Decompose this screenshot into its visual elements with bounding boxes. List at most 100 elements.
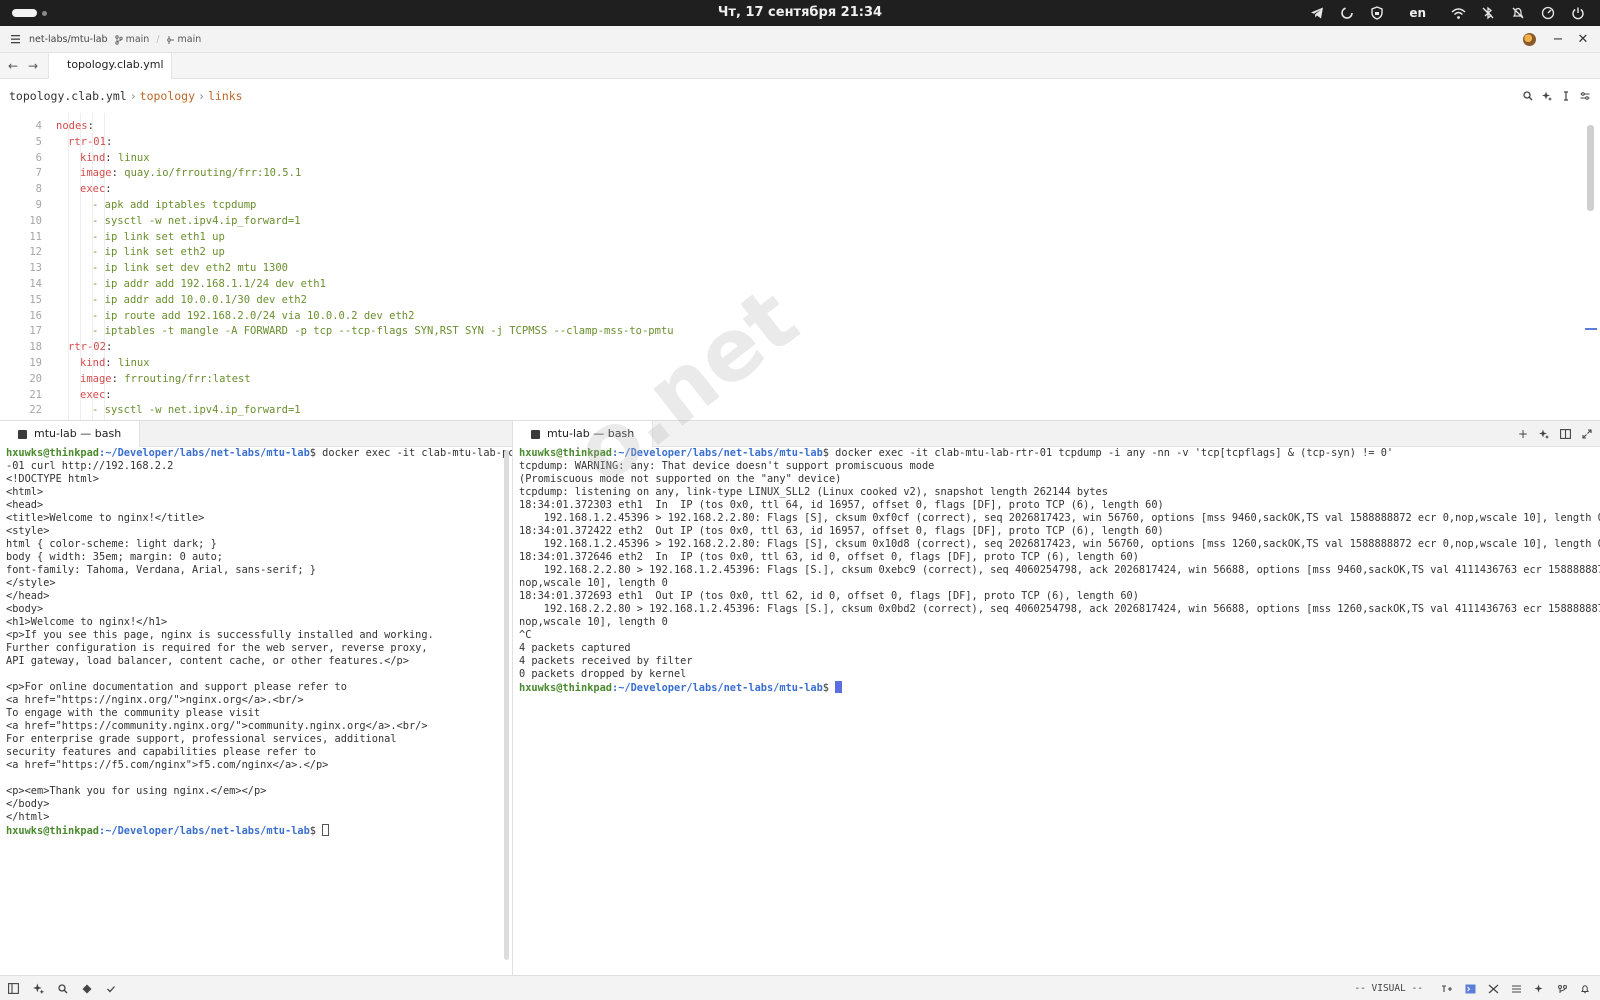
yaml-value: ip addr add 192.168.1.1/24 dev eth1 <box>104 277 326 290</box>
branch-selector-2[interactable]: main <box>166 26 201 53</box>
maximize-pane-icon[interactable] <box>1582 429 1592 439</box>
output-text: 18:34:01.372422 eth2 Out IP (tos 0x0, tt… <box>519 525 1164 537</box>
project-panel-icon[interactable] <box>8 983 19 994</box>
terminal-line: <!DOCTYPE html> <box>6 473 512 486</box>
right-terminal-tab[interactable]: mtu-lab — bash <box>513 421 654 447</box>
terminal-icon <box>18 430 27 439</box>
terminal-line: <p>If you see this page, nginx is succes… <box>6 629 512 642</box>
prompt-user: hxuwks@thinkpad <box>519 447 612 459</box>
sparkle-assistant-icon[interactable] <box>1542 91 1552 101</box>
line-number: 7 <box>35 167 42 180</box>
output-text: body { width: 35em; margin: 0 auto; <box>6 551 223 563</box>
branch-selector-1[interactable]: main <box>114 26 149 53</box>
debug-panel-icon[interactable] <box>1488 984 1499 994</box>
output-text: nop,wscale 10], length 0 <box>519 577 668 589</box>
yaml-separator: : <box>105 183 112 196</box>
bluetooth-off-icon[interactable] <box>1480 5 1496 21</box>
notifications-off-icon[interactable] <box>1510 5 1526 21</box>
breadcrumb-topology[interactable]: topology <box>140 89 195 103</box>
forward-arrow-icon[interactable]: → <box>24 53 42 79</box>
search-panel-icon[interactable] <box>58 983 68 994</box>
yaml-key: kind <box>80 356 106 369</box>
breadcrumb-file[interactable]: topology.clab.yml <box>9 89 127 103</box>
code-text: image: frrouting/frr:latest <box>80 372 251 388</box>
code-text: - ip link set eth1 up <box>92 230 225 246</box>
line-number: 20 <box>29 372 42 385</box>
prompt-path: :~/Developer/labs/net-labs/mtu-lab <box>612 682 823 694</box>
ai-assistant-icon[interactable] <box>33 983 44 994</box>
diagnostics-check-icon[interactable] <box>106 984 116 994</box>
left-terminal[interactable]: hxuwks@thinkpad :~/Developer/labs/net-lab… <box>0 447 512 975</box>
terminal-line: 18:34:01.372422 eth2 Out IP (tos 0x0, tt… <box>519 525 1600 538</box>
output-text: <h1>Welcome to nginx!</h1> <box>6 616 168 628</box>
collab-panel-icon[interactable] <box>1557 984 1568 994</box>
terminal-line: </head> <box>6 590 512 603</box>
left-terminal-scrollbar[interactable] <box>504 450 509 960</box>
split-pane-icon[interactable] <box>1560 429 1571 439</box>
search-icon[interactable] <box>1523 91 1533 101</box>
left-terminal-tab-label: mtu-lab — bash <box>34 427 122 440</box>
minimize-window-icon[interactable]: − <box>1548 26 1568 53</box>
sync-icon[interactable] <box>1339 5 1355 21</box>
terminal-line: 18:34:01.372646 eth2 In IP (tos 0x0, ttl… <box>519 551 1600 564</box>
terminal-panel-icon[interactable] <box>1465 984 1476 994</box>
yaml-separator: - <box>92 309 105 322</box>
breadcrumb-links[interactable]: links <box>208 89 243 103</box>
system-tray: en <box>1309 0 1586 26</box>
new-terminal-plus-icon[interactable]: + <box>1518 427 1528 441</box>
prompt-user: hxuwks@thinkpad <box>6 825 99 837</box>
output-text: 18:34:01.372693 eth1 Out IP (tos 0x0, tt… <box>519 590 1139 602</box>
terminal-assistant-icon[interactable] <box>1539 429 1549 439</box>
left-terminal-tab[interactable]: mtu-lab — bash <box>0 421 141 447</box>
notifications-icon[interactable] <box>1580 984 1590 994</box>
hamburger-menu-icon[interactable] <box>10 32 22 46</box>
settings-sliders-icon[interactable] <box>1580 91 1590 101</box>
terminal-line: hxuwks@thinkpad:~/Developer/labs/net-lab… <box>6 824 512 837</box>
terminal-line: <h1>Welcome to nginx!</h1> <box>6 616 512 629</box>
yaml-separator: : <box>105 341 113 354</box>
workspace-dot[interactable] <box>42 11 47 16</box>
line-number: 22 <box>29 404 42 417</box>
yaml-separator: - <box>92 293 105 306</box>
prompt-command: $ docker exec -it clab-mtu-lab-pc <box>309 447 512 459</box>
workspace-indicator[interactable] <box>12 9 37 17</box>
line-number: 21 <box>29 388 42 401</box>
scrollbar-cursor-marker <box>1585 328 1597 330</box>
project-name[interactable]: net-labs/mtu-lab <box>29 26 108 53</box>
yaml-key: image <box>80 372 112 385</box>
telegram-icon[interactable] <box>1309 5 1325 21</box>
output-text: <p>If you see this page, nginx is succes… <box>6 629 434 641</box>
back-arrow-icon[interactable]: ← <box>4 53 22 79</box>
outline-list-icon[interactable] <box>1511 984 1522 994</box>
editor-scrollbar-thumb[interactable] <box>1587 125 1594 211</box>
close-window-icon[interactable]: ✕ <box>1573 26 1593 53</box>
key-bindings-icon[interactable] <box>1441 984 1453 994</box>
code-text: - ip addr add 192.168.1.1/24 dev eth1 <box>92 277 326 293</box>
yaml-separator: - <box>92 325 105 338</box>
keyboard-language[interactable]: en <box>1409 0 1426 26</box>
text-cursor-icon[interactable] <box>1561 91 1571 101</box>
prompt-path: :~/Developer/labs/net-labs/mtu-lab <box>99 447 310 459</box>
output-text: font-family: Tahoma, Verdana, Arial, san… <box>6 564 316 576</box>
right-terminal-output: hxuwks@thinkpad :~/Developer/labs/net-lab… <box>519 447 1600 694</box>
assistant-status-icon[interactable] <box>1534 984 1545 994</box>
terminal-line: tcpdump: listening on any, link-type LIN… <box>519 486 1600 499</box>
terminal-line: nop,wscale 10], length 0 <box>519 616 1600 629</box>
right-terminal[interactable]: hxuwks@thinkpad :~/Developer/labs/net-lab… <box>513 447 1600 975</box>
breadcrumb-separator: / <box>156 34 160 45</box>
tab-topology-clab-yml[interactable]: topology.clab.yml <box>48 53 172 80</box>
git-panel-icon[interactable] <box>82 984 92 994</box>
line-number: 14 <box>29 277 42 290</box>
user-avatar[interactable] <box>1523 33 1536 46</box>
terminal-line: <p>For online documentation and support … <box>6 681 512 694</box>
system-clock[interactable]: Чт, 17 сентября 21:34 <box>718 5 882 20</box>
vpn-shield-icon[interactable] <box>1369 5 1385 21</box>
wifi-icon[interactable] <box>1450 5 1466 21</box>
terminal-line: Further configuration is required for th… <box>6 642 512 655</box>
left-terminal-output: hxuwks@thinkpad :~/Developer/labs/net-lab… <box>6 447 512 837</box>
code-editor[interactable]: 4 nodes: 5 rtr-01: 6 kind: linux 7 image: quay.… <box>0 113 1600 420</box>
performance-gauge-icon[interactable] <box>1540 5 1556 21</box>
yaml-separator: : <box>105 151 118 164</box>
output-text: 18:34:01.372646 eth2 In IP (tos 0x0, ttl… <box>519 551 1139 563</box>
power-icon[interactable] <box>1570 5 1586 21</box>
